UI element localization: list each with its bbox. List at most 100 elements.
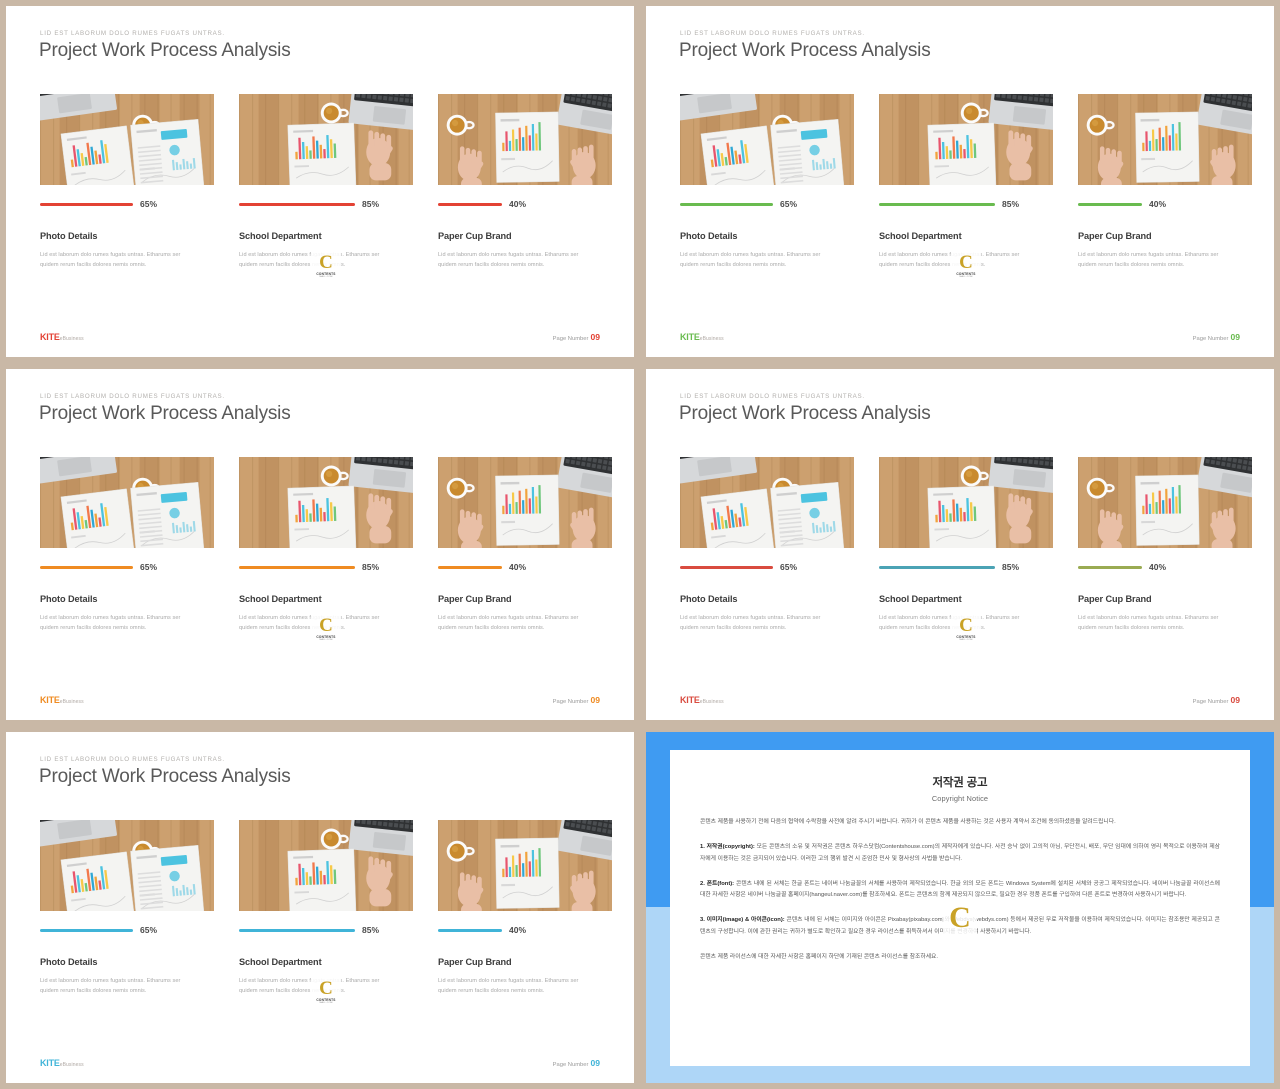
feature-card-1[interactable]: 65% Photo Details Lid est laborum dolo r…	[40, 94, 214, 271]
progress-bar-1	[40, 928, 133, 932]
progress-bar-3	[438, 565, 502, 569]
brand-logo[interactable]: KITEeBusiness	[40, 327, 84, 345]
card-photo-2	[879, 94, 1053, 185]
card-title-3: Paper Cup Brand	[1078, 594, 1152, 604]
watermark-subtitle: MALL.COM	[319, 275, 333, 278]
brand-name: KITE	[40, 1058, 60, 1068]
brand-tagline: eBusiness	[59, 336, 84, 342]
card-photo-1	[40, 94, 214, 185]
card-body-1: Lid est laborum dolo rumes fugats untras…	[40, 252, 181, 269]
brand-tagline: eBusiness	[59, 1062, 84, 1068]
card-title-2: School Department	[239, 231, 322, 241]
progress-bar-1	[40, 202, 133, 206]
feature-card-1[interactable]: 65% Photo Details Lid est laborum dolo r…	[40, 457, 214, 634]
progress-row-3: 40%	[438, 924, 612, 936]
slide-footer: KITEeBusiness Page Number 09	[40, 1053, 600, 1071]
brand-logo[interactable]: KITEeBusiness	[680, 690, 724, 708]
slide-thumbnail-2[interactable]: LID EST LABORUM DOLO RUMES FUGATS UNTRAS…	[640, 0, 1280, 363]
page-number: 09	[590, 695, 600, 705]
feature-card-1[interactable]: 65% Photo Details Lid est laborum dolo r…	[680, 94, 854, 271]
card-photo-3	[438, 94, 612, 185]
feature-card-row: 65% Photo Details Lid est laborum dolo r…	[40, 457, 612, 649]
feature-card-1[interactable]: 65% Photo Details Lid est laborum dolo r…	[40, 820, 214, 997]
card-title-1: Photo Details	[40, 231, 98, 241]
feature-card-3[interactable]: 40% Paper Cup Brand Lid est laborum dolo…	[438, 820, 612, 997]
brand-logo[interactable]: KITEeBusiness	[40, 690, 84, 708]
progress-percent-3: 40%	[509, 199, 527, 209]
page-number: 09	[1230, 332, 1240, 342]
slide-footer: KITEeBusiness Page Number 09	[40, 690, 600, 708]
page-indicator: Page Number 09	[553, 327, 600, 345]
card-body-3: Lid est laborum dolo rumes fugats untras…	[438, 252, 579, 269]
copyright-subtitle: Copyright Notice	[931, 794, 989, 803]
feature-card-2[interactable]: C CONTENTS MALL.COM 85% School Departmen…	[879, 457, 1053, 649]
page-number: 09	[590, 1058, 600, 1068]
card-photo-3	[1078, 94, 1252, 185]
progress-percent-1: 65%	[140, 199, 158, 209]
card-title-3: Paper Cup Brand	[438, 594, 512, 604]
copyright-section-text-2: 콘텐츠 내에 된 서체는 한글 폰트는 네이버 나눔글꼴의 서체를 사용하여 제…	[700, 880, 1220, 899]
progress-percent-2: 85%	[1002, 562, 1020, 572]
feature-card-2[interactable]: C CONTENTS MALL.COM 85% School Departmen…	[239, 94, 413, 286]
feature-card-3[interactable]: 40% Paper Cup Brand Lid est laborum dolo…	[438, 457, 612, 634]
progress-percent-3: 40%	[1149, 199, 1167, 209]
watermark-subtitle: MALL.COM	[319, 1001, 333, 1004]
progress-percent-2: 85%	[362, 562, 380, 572]
slide-footer: KITEeBusiness Page Number 09	[40, 327, 600, 345]
watermark-letter: C	[319, 251, 333, 273]
slide-thumbnail-5[interactable]: LID EST LABORUM DOLO RUMES FUGATS UNTRAS…	[0, 726, 640, 1089]
slide-thumbnail-4[interactable]: LID EST LABORUM DOLO RUMES FUGATS UNTRAS…	[640, 363, 1280, 726]
contents-watermark-logo: C CONTENTS MALL.COM	[311, 245, 341, 286]
slide-footer: KITEeBusiness Page Number 09	[680, 327, 1240, 345]
slide-eyebrow: LID EST LABORUM DOLO RUMES FUGATS UNTRAS…	[40, 30, 225, 37]
copyright-section-1: 1. 저작권(copyright): 모든 콘텐츠의 소유 및 저작권은 콘텐츠…	[700, 842, 1220, 865]
slide-eyebrow: LID EST LABORUM DOLO RUMES FUGATS UNTRAS…	[40, 756, 225, 763]
progress-percent-2: 85%	[1002, 199, 1020, 209]
brand-logo[interactable]: KITEeBusiness	[40, 1053, 84, 1071]
card-photo-1	[680, 94, 854, 185]
slide-canvas: LID EST LABORUM DOLO RUMES FUGATS UNTRAS…	[646, 369, 1274, 720]
copyright-notice-panel[interactable]: 저작권 공고 Copyright Notice 콘텐츠 제품을 사용하기 전에 …	[640, 726, 1280, 1089]
page-indicator: Page Number 09	[553, 1053, 600, 1071]
brand-name: KITE	[40, 332, 60, 342]
progress-bar-3	[438, 202, 502, 206]
copyright-section-heading-3: 3. 이미지(image) & 아이콘(icon):	[700, 917, 785, 924]
feature-card-2[interactable]: C CONTENTS MALL.COM 85% School Departmen…	[879, 94, 1053, 286]
copyright-section-heading-1: 1. 저작권(copyright):	[700, 844, 755, 851]
contents-watermark-logo: C CONTENTS MALL.COM	[951, 245, 981, 286]
card-photo-3	[438, 457, 612, 548]
brand-name: KITE	[680, 695, 700, 705]
progress-percent-2: 85%	[362, 925, 380, 935]
card-body-1: Lid est laborum dolo rumes fugats untras…	[680, 252, 821, 269]
feature-card-2[interactable]: C CONTENTS MALL.COM 85% School Departmen…	[239, 457, 413, 649]
page-label: Page Number	[1192, 336, 1229, 342]
progress-percent-3: 40%	[509, 562, 527, 572]
progress-bar-1	[680, 202, 773, 206]
card-photo-1	[40, 457, 214, 548]
feature-card-2[interactable]: C CONTENTS MALL.COM 85% School Departmen…	[239, 820, 413, 1012]
progress-bar-2	[239, 202, 355, 206]
page-number: 09	[1230, 695, 1240, 705]
card-photo-1	[680, 457, 854, 548]
feature-card-3[interactable]: 40% Paper Cup Brand Lid est laborum dolo…	[1078, 94, 1252, 271]
feature-card-row: 65% Photo Details Lid est laborum dolo r…	[680, 457, 1252, 649]
copyright-section-3: 3. 이미지(image) & 아이콘(icon): 콘텐츠 내에 된 서체는 …	[700, 915, 1220, 938]
feature-card-3[interactable]: 40% Paper Cup Brand Lid est laborum dolo…	[438, 94, 612, 271]
feature-card-1[interactable]: 65% Photo Details Lid est laborum dolo r…	[680, 457, 854, 634]
watermark-letter: C	[319, 614, 333, 636]
card-title-3: Paper Cup Brand	[1078, 231, 1152, 241]
copyright-section-heading-2: 2. 폰트(font):	[700, 880, 735, 887]
slide-thumbnail-1[interactable]: LID EST LABORUM DOLO RUMES FUGATS UNTRAS…	[0, 0, 640, 363]
progress-bar-2	[879, 565, 995, 569]
progress-bar-2	[239, 928, 355, 932]
slide-canvas: LID EST LABORUM DOLO RUMES FUGATS UNTRAS…	[6, 6, 634, 357]
watermark-subtitle: MALL.COM	[959, 275, 973, 278]
progress-percent-2: 85%	[362, 199, 380, 209]
card-photo-3	[1078, 457, 1252, 548]
slide-thumbnail-3[interactable]: LID EST LABORUM DOLO RUMES FUGATS UNTRAS…	[0, 363, 640, 726]
card-title-1: Photo Details	[40, 594, 98, 604]
brand-logo[interactable]: KITEeBusiness	[680, 327, 724, 345]
feature-card-3[interactable]: 40% Paper Cup Brand Lid est laborum dolo…	[1078, 457, 1252, 634]
card-photo-2	[879, 457, 1053, 548]
copyright-sheet: 저작권 공고 Copyright Notice 콘텐츠 제품을 사용하기 전에 …	[670, 750, 1250, 1066]
